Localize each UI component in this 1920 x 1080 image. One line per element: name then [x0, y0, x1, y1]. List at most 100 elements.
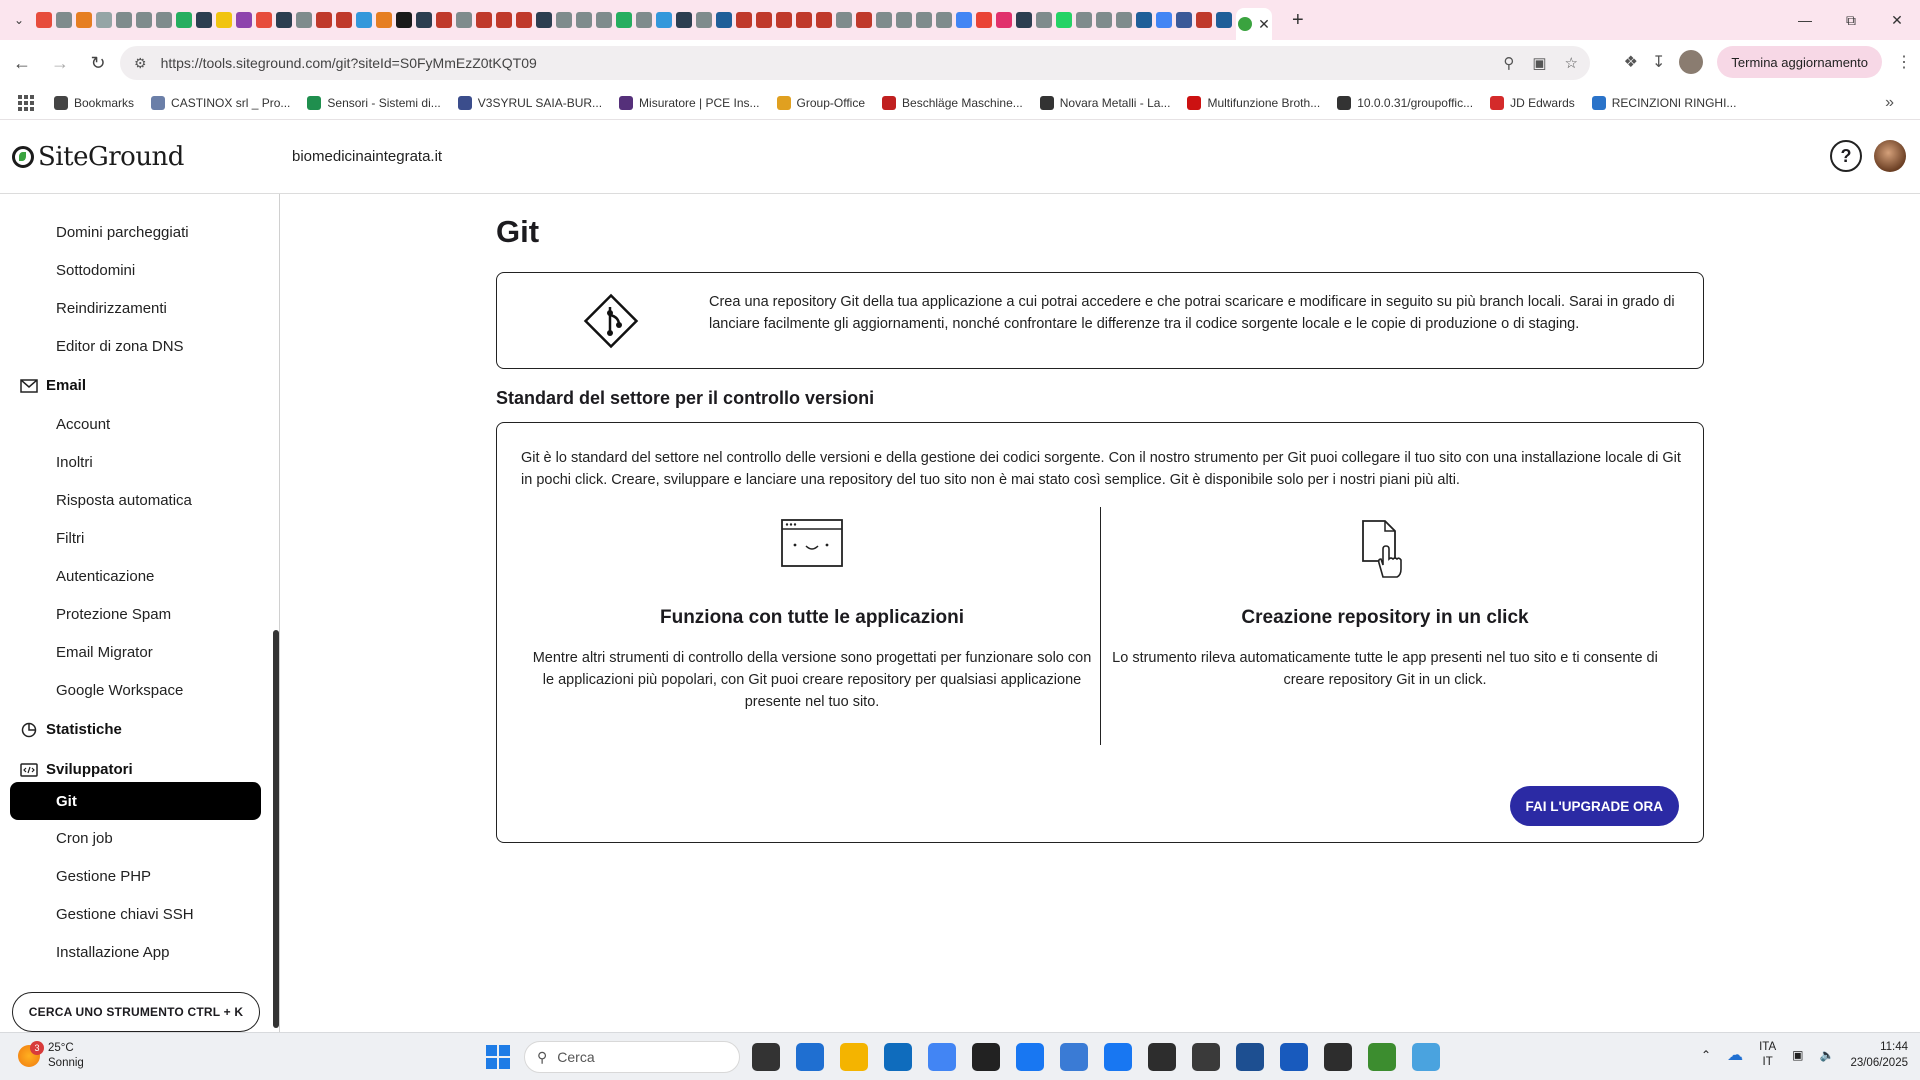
- tab-favicon[interactable]: [896, 12, 912, 28]
- tab-favicon[interactable]: [976, 12, 992, 28]
- sidebar-item-ssh-keys[interactable]: Gestione chiavi SSH: [56, 906, 194, 923]
- tab-favicon[interactable]: [616, 12, 632, 28]
- tab-favicon[interactable]: [1116, 12, 1132, 28]
- tab-favicon[interactable]: [956, 12, 972, 28]
- taskbar-app-icon[interactable]: [972, 1043, 1000, 1071]
- sidebar-section-developers[interactable]: Sviluppatori: [20, 761, 133, 778]
- volume-icon[interactable]: 🔈: [1819, 1048, 1834, 1062]
- tab-favicon[interactable]: [256, 12, 272, 28]
- tab-favicon[interactable]: [996, 12, 1012, 28]
- forward-icon[interactable]: →: [44, 47, 76, 79]
- tab-favicon[interactable]: [796, 12, 812, 28]
- bookmark-item[interactable]: Sensori - Sistemi di...: [307, 95, 441, 110]
- password-key-icon[interactable]: ⚲: [1503, 54, 1514, 72]
- tab-favicon[interactable]: [176, 12, 192, 28]
- tab-favicon[interactable]: [276, 12, 292, 28]
- siteground-logo[interactable]: SiteGround: [12, 142, 184, 172]
- tab-favicon[interactable]: [756, 12, 772, 28]
- download-icon[interactable]: ↧: [1652, 52, 1665, 72]
- tab-favicon[interactable]: [496, 12, 512, 28]
- sidebar-item-filters[interactable]: Filtri: [56, 530, 84, 547]
- bookmark-item[interactable]: CASTINOX srl _ Pro...: [151, 95, 290, 110]
- user-avatar[interactable]: [1874, 140, 1906, 172]
- tab-favicon[interactable]: [396, 12, 412, 28]
- sidebar-section-email[interactable]: Email: [20, 377, 86, 394]
- bookmark-item[interactable]: 10.0.0.31/groupoffic...: [1337, 95, 1473, 110]
- sidebar-item-dns-editor[interactable]: Editor di zona DNS: [56, 338, 184, 355]
- tab-favicon[interactable]: [936, 12, 952, 28]
- taskbar-app-icon[interactable]: [1412, 1043, 1440, 1071]
- update-button[interactable]: Termina aggiornamento: [1717, 46, 1882, 78]
- bookmark-item[interactable]: JD Edwards: [1490, 95, 1575, 110]
- sidebar-item-email-migrator[interactable]: Email Migrator: [56, 644, 153, 661]
- bookmark-item[interactable]: Misuratore | PCE Ins...: [619, 95, 760, 110]
- tab-close-icon[interactable]: ✕: [1258, 16, 1270, 33]
- tab-favicon[interactable]: [536, 12, 552, 28]
- tab-favicon[interactable]: [696, 12, 712, 28]
- upgrade-button[interactable]: FAI L'UPGRADE ORA: [1509, 786, 1679, 826]
- site-info-icon[interactable]: ⚙: [134, 55, 147, 72]
- language-indicator[interactable]: ITA IT: [1759, 1040, 1776, 1070]
- tab-favicon[interactable]: [76, 12, 92, 28]
- chevron-up-icon[interactable]: ⌃: [1701, 1048, 1711, 1062]
- tab-favicon[interactable]: [436, 12, 452, 28]
- sidebar-item-accounts[interactable]: Account: [56, 416, 110, 433]
- tab-favicon[interactable]: [56, 12, 72, 28]
- tab-favicon[interactable]: [1016, 12, 1032, 28]
- taskbar-app-icon[interactable]: [884, 1043, 912, 1071]
- tab-favicon[interactable]: [36, 12, 52, 28]
- bookmark-item[interactable]: Bookmarks: [54, 95, 134, 110]
- taskbar-app-icon[interactable]: [1324, 1043, 1352, 1071]
- tab-favicon[interactable]: [476, 12, 492, 28]
- bookmark-item[interactable]: Group-Office: [776, 95, 865, 110]
- bookmark-item[interactable]: Beschläge Maschine...: [882, 95, 1023, 110]
- tab-favicon[interactable]: [456, 12, 472, 28]
- tab-favicon[interactable]: [196, 12, 212, 28]
- tab-favicon[interactable]: [1196, 12, 1212, 28]
- bookmark-item[interactable]: RECINZIONI RINGHI...: [1591, 95, 1736, 110]
- tab-favicon[interactable]: [236, 12, 252, 28]
- bookmark-item[interactable]: Multifunzione Broth...: [1187, 95, 1320, 110]
- taskbar-app-icon[interactable]: [1016, 1043, 1044, 1071]
- help-icon[interactable]: ?: [1830, 140, 1862, 172]
- tab-favicon[interactable]: [596, 12, 612, 28]
- minimize-icon[interactable]: —: [1782, 0, 1828, 40]
- tab-favicon[interactable]: [416, 12, 432, 28]
- tab-favicon[interactable]: [356, 12, 372, 28]
- tab-favicon[interactable]: [96, 12, 112, 28]
- site-domain-selector[interactable]: biomedicinaintegrata.it: [292, 148, 442, 165]
- url-text[interactable]: https://tools.siteground.com/git?siteId=…: [161, 55, 537, 71]
- tab-favicon[interactable]: [676, 12, 692, 28]
- profile-avatar[interactable]: [1679, 50, 1704, 74]
- tab-favicon[interactable]: [376, 12, 392, 28]
- tab-favicon[interactable]: [576, 12, 592, 28]
- tab-favicon[interactable]: [876, 12, 892, 28]
- taskbar-app-icon[interactable]: [1280, 1043, 1308, 1071]
- taskbar-app-icon[interactable]: [928, 1043, 956, 1071]
- taskbar-app-icon[interactable]: [1192, 1043, 1220, 1071]
- sidebar-item-parked-domains[interactable]: Domini parcheggiati: [56, 224, 189, 241]
- tab-favicon[interactable]: [816, 12, 832, 28]
- tab-favicon[interactable]: [116, 12, 132, 28]
- sidebar-item-forwarders[interactable]: Inoltri: [56, 454, 93, 471]
- tab-favicon[interactable]: [776, 12, 792, 28]
- tab-favicon[interactable]: [296, 12, 312, 28]
- taskbar-app-icon[interactable]: [1104, 1043, 1132, 1071]
- sidebar-item-subdomains[interactable]: Sottodomini: [56, 262, 135, 279]
- search-tool-button[interactable]: CERCA UNO STRUMENTO CTRL + K: [12, 992, 260, 1032]
- sidebar-scrollbar[interactable]: [273, 630, 279, 1028]
- taskbar-app-icon[interactable]: [752, 1043, 780, 1071]
- clock[interactable]: 11:44 23/06/2025: [1850, 1039, 1908, 1071]
- tab-favicon[interactable]: [1136, 12, 1152, 28]
- close-window-icon[interactable]: ✕: [1874, 0, 1920, 40]
- tab-favicon[interactable]: [1036, 12, 1052, 28]
- apps-grid-icon[interactable]: [18, 94, 34, 111]
- extensions-icon[interactable]: ❖: [1624, 52, 1638, 72]
- sidebar-item-authentication[interactable]: Autenticazione: [56, 568, 154, 585]
- tab-favicon[interactable]: [736, 12, 752, 28]
- taskbar-app-icon[interactable]: [796, 1043, 824, 1071]
- tab-favicon[interactable]: [1156, 12, 1172, 28]
- tab-favicon[interactable]: [836, 12, 852, 28]
- restore-icon[interactable]: ⧉: [1828, 0, 1874, 40]
- sidebar-item-autoresponder[interactable]: Risposta automatica: [56, 492, 192, 509]
